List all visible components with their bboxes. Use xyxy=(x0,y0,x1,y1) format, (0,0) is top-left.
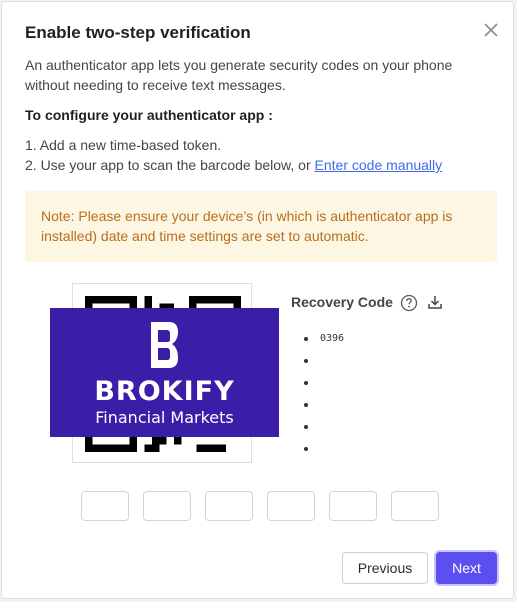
recovery-code-item xyxy=(304,394,344,416)
recovery-code-item: 0396 xyxy=(304,328,344,350)
brand-tagline: Financial Markets xyxy=(95,408,234,427)
question-circle-icon[interactable] xyxy=(400,294,418,312)
otp-digit-1[interactable] xyxy=(81,491,129,521)
step-1: 1. Add a new time-based token. xyxy=(25,137,222,153)
otp-digit-4[interactable] xyxy=(267,491,315,521)
dialog-title: Enable two-step verification xyxy=(25,23,251,42)
recovery-code-item xyxy=(304,372,344,394)
recovery-code-list: 0396 xyxy=(304,328,344,460)
brand-logo-icon xyxy=(151,322,178,368)
recovery-code-heading: Recovery Code xyxy=(291,294,393,310)
brand-overlay: BROKIFY Financial Markets xyxy=(50,308,279,437)
step-2: 2. Use your app to scan the barcode belo… xyxy=(25,155,442,175)
dialog-description: An authenticator app lets you generate s… xyxy=(25,57,453,93)
recovery-code-item xyxy=(304,350,344,372)
step-2-text: 2. Use your app to scan the barcode belo… xyxy=(25,157,315,173)
otp-digit-3[interactable] xyxy=(205,491,253,521)
brand-name: BROKIFY xyxy=(94,376,235,407)
recovery-code-item xyxy=(304,438,344,460)
enter-code-manually-link[interactable]: Enter code manually xyxy=(315,157,443,173)
two-step-dialog: Enable two-step verification An authenti… xyxy=(1,1,514,599)
previous-button[interactable]: Previous xyxy=(342,552,428,584)
configure-heading: To configure your authenticator app : xyxy=(25,107,273,123)
otp-digit-2[interactable] xyxy=(143,491,191,521)
time-settings-note: Note: Please ensure your device’s (in wh… xyxy=(25,191,497,262)
recovery-code-item xyxy=(304,416,344,438)
otp-digit-5[interactable] xyxy=(329,491,377,521)
setup-steps: 1. Add a new time-based token. 2. Use yo… xyxy=(25,135,442,175)
next-button[interactable]: Next xyxy=(436,552,497,584)
otp-digit-6[interactable] xyxy=(391,491,439,521)
close-icon[interactable] xyxy=(481,20,501,40)
download-icon[interactable] xyxy=(427,294,443,310)
